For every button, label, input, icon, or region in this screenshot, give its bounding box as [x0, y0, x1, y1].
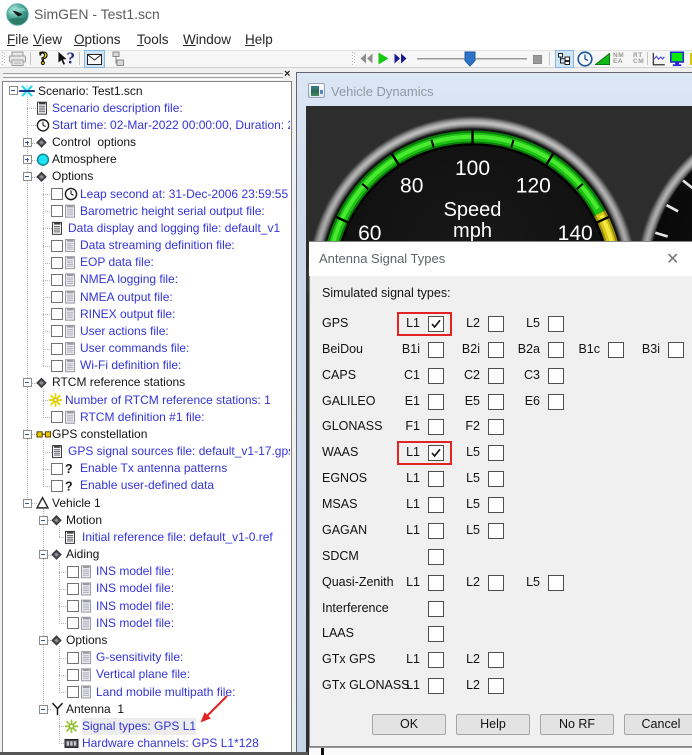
svg-text:120: 120: [516, 175, 551, 198]
svg-text:?: ?: [67, 50, 76, 67]
svg-text:mph: mph: [453, 220, 492, 242]
svg-text:?: ?: [65, 462, 73, 476]
svg-text:Speed: Speed: [444, 199, 502, 221]
svg-text:?: ?: [39, 50, 49, 67]
svg-text:?: ?: [65, 479, 73, 493]
svg-text:80: 80: [400, 175, 423, 198]
svg-text:100: 100: [455, 157, 490, 180]
